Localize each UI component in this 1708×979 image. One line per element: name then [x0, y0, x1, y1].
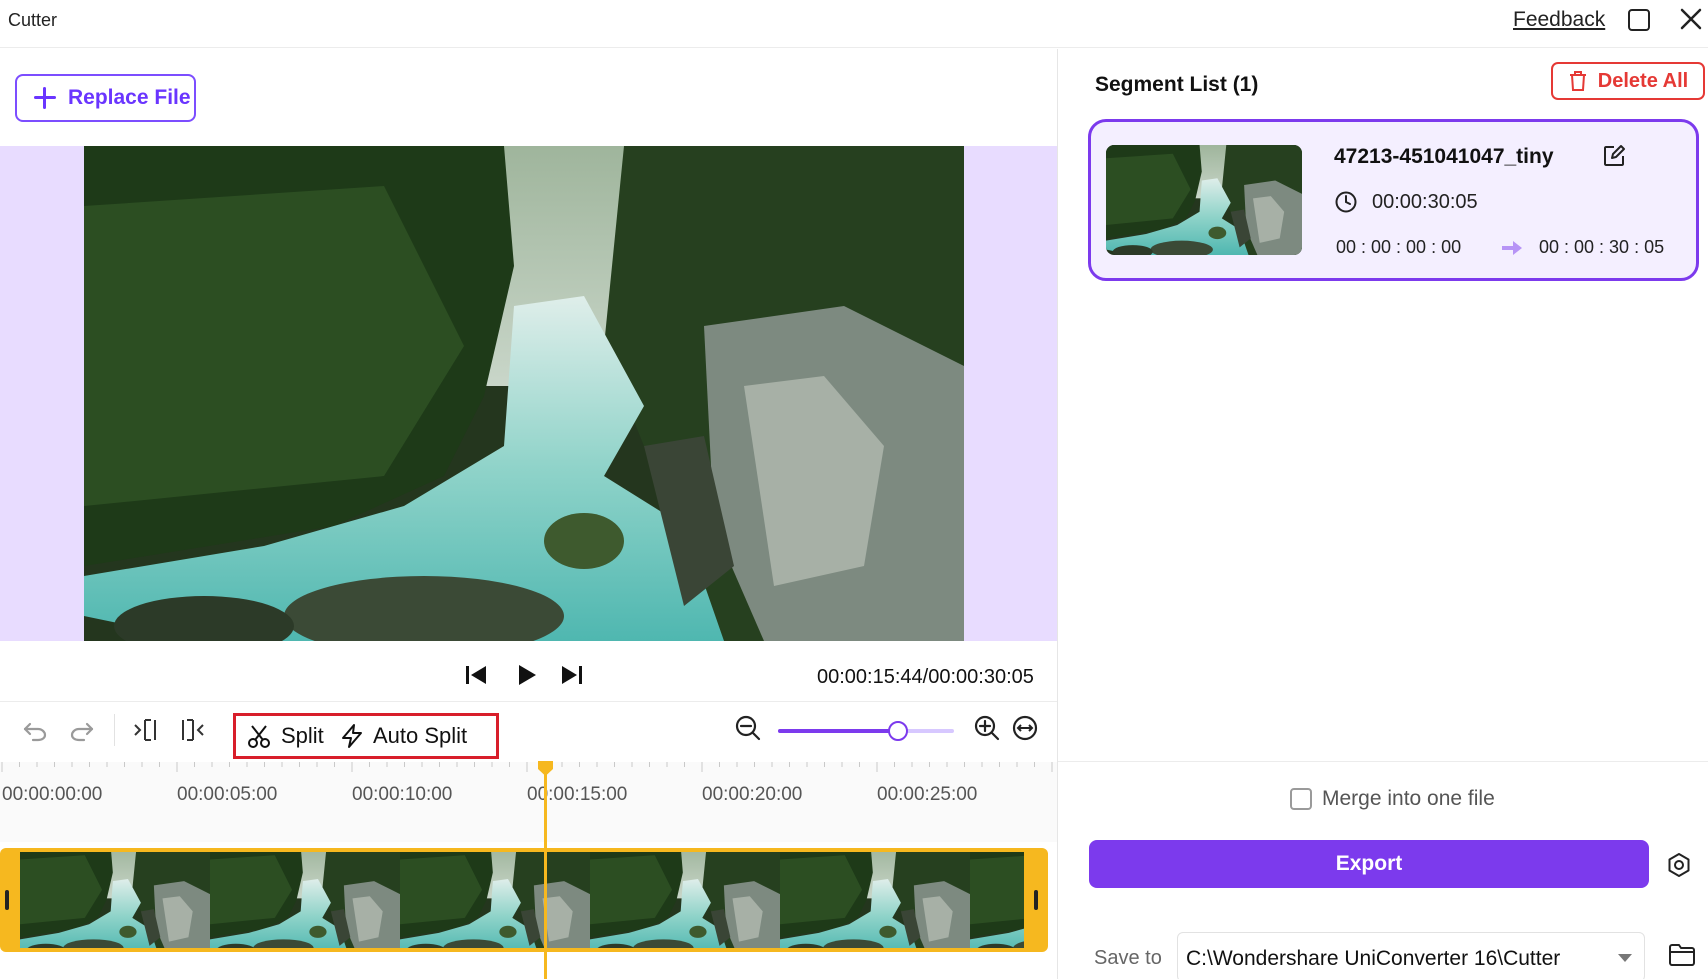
zoom-slider-thumb[interactable] — [887, 721, 908, 741]
clip-frame — [210, 852, 400, 948]
arrow-right-icon — [1502, 241, 1522, 255]
merge-checkbox[interactable] — [1290, 788, 1312, 810]
segment-start-time: 00 : 00 : 00 : 00 — [1336, 237, 1462, 257]
app-title: Cutter — [8, 10, 58, 30]
timecode-display: 00:00:15:44/00:00:30:05 — [817, 666, 1034, 688]
segment-thumbnail — [1106, 145, 1302, 255]
ruler-label: 00:00:15:00 — [527, 784, 628, 805]
toolbar-divider — [114, 714, 115, 746]
segment-duration: 00:00:30:05 — [1372, 191, 1478, 213]
playhead-handle[interactable] — [537, 761, 554, 776]
export-button[interactable]: Export — [1089, 840, 1649, 888]
trash-icon — [1569, 71, 1586, 91]
merge-checkbox-row[interactable]: Merge into one file — [1290, 787, 1495, 811]
delete-all-label: Delete All — [1597, 69, 1689, 92]
merge-label: Merge into one file — [1322, 787, 1495, 810]
clip-frame — [20, 852, 210, 948]
auto-split-label: Auto Split — [373, 723, 468, 748]
split-tools-highlight: Split Auto Split — [233, 713, 499, 759]
redo-icon[interactable] — [68, 716, 96, 744]
edit-icon[interactable] — [1602, 144, 1626, 168]
maximize-icon[interactable] — [1628, 9, 1650, 31]
zoom-slider[interactable] — [778, 721, 954, 741]
clip-frame — [400, 852, 590, 948]
segment-end-time: 00 : 00 : 30 : 05 — [1539, 237, 1665, 257]
save-path-value: C:\Wondershare UniConverter 16\Cutter — [1186, 947, 1561, 970]
undo-icon[interactable] — [21, 716, 49, 744]
clip-frame — [590, 852, 780, 948]
fit-timeline-icon[interactable] — [1011, 714, 1039, 742]
replace-file-label: Replace File — [68, 86, 191, 109]
auto-split-button[interactable]: Auto Split — [339, 716, 467, 756]
clip-thumbnails — [20, 852, 1024, 948]
timeline-clip[interactable] — [0, 848, 1048, 952]
split-button[interactable]: Split — [247, 716, 324, 756]
zoom-out-icon[interactable] — [734, 714, 762, 742]
ruler-label: 00:00:25:00 — [877, 784, 978, 805]
ruler-ticks — [1, 762, 1053, 772]
output-divider — [1058, 761, 1708, 762]
clip-frame — [970, 852, 1024, 948]
next-frame-icon[interactable] — [558, 661, 586, 689]
segment-card[interactable]: 47213-451041047_tiny 00:00:30:05 00 : 00… — [1088, 119, 1699, 281]
feedback-link[interactable]: Feedback — [1513, 8, 1605, 32]
zoom-in-icon[interactable] — [973, 714, 1001, 742]
title-bar: Cutter Feedback — [0, 0, 1708, 48]
clock-icon — [1335, 191, 1357, 213]
segment-panel: Segment List (1) Delete All 47213-451041… — [1058, 49, 1708, 979]
trim-handle-left[interactable] — [5, 890, 9, 910]
save-to-label: Save to — [1094, 947, 1162, 969]
zoom-slider-fill — [778, 729, 898, 733]
trim-start-icon[interactable] — [131, 716, 159, 744]
ruler-label: 00:00:05:00 — [177, 784, 278, 805]
ruler-label: 00:00:00:00 — [2, 784, 103, 805]
replace-file-button[interactable]: Replace File — [15, 74, 196, 122]
split-label: Split — [281, 723, 324, 748]
chevron-down-icon — [1618, 954, 1632, 962]
save-path-dropdown[interactable]: C:\Wondershare UniConverter 16\Cutter — [1177, 932, 1645, 979]
plus-icon — [34, 87, 56, 109]
segment-list-title: Segment List (1) — [1095, 73, 1259, 96]
segment-name: 47213-451041047_tiny — [1334, 145, 1554, 168]
play-icon[interactable] — [512, 661, 540, 689]
video-frame — [84, 146, 964, 641]
settings-icon[interactable] — [1666, 852, 1692, 878]
ruler-label: 00:00:10:00 — [352, 784, 453, 805]
delete-all-button[interactable]: Delete All — [1551, 62, 1705, 100]
folder-icon[interactable] — [1668, 942, 1696, 968]
trim-handle-right[interactable] — [1034, 890, 1038, 910]
playback-controls: 00:00:15:44/00:00:30:05 — [0, 649, 1057, 699]
timeline-ruler[interactable]: 00:00:00:00 00:00:05:00 00:00:10:00 00:0… — [0, 762, 1057, 842]
video-preview[interactable] — [84, 146, 964, 641]
clip-frame — [780, 852, 970, 948]
previous-frame-icon[interactable] — [462, 661, 490, 689]
ruler-label: 00:00:20:00 — [702, 784, 803, 805]
lightning-icon — [342, 724, 362, 748]
close-icon[interactable] — [1678, 6, 1704, 32]
playhead[interactable] — [544, 770, 547, 979]
trim-end-icon[interactable] — [179, 716, 207, 744]
scissors-icon — [248, 725, 270, 748]
